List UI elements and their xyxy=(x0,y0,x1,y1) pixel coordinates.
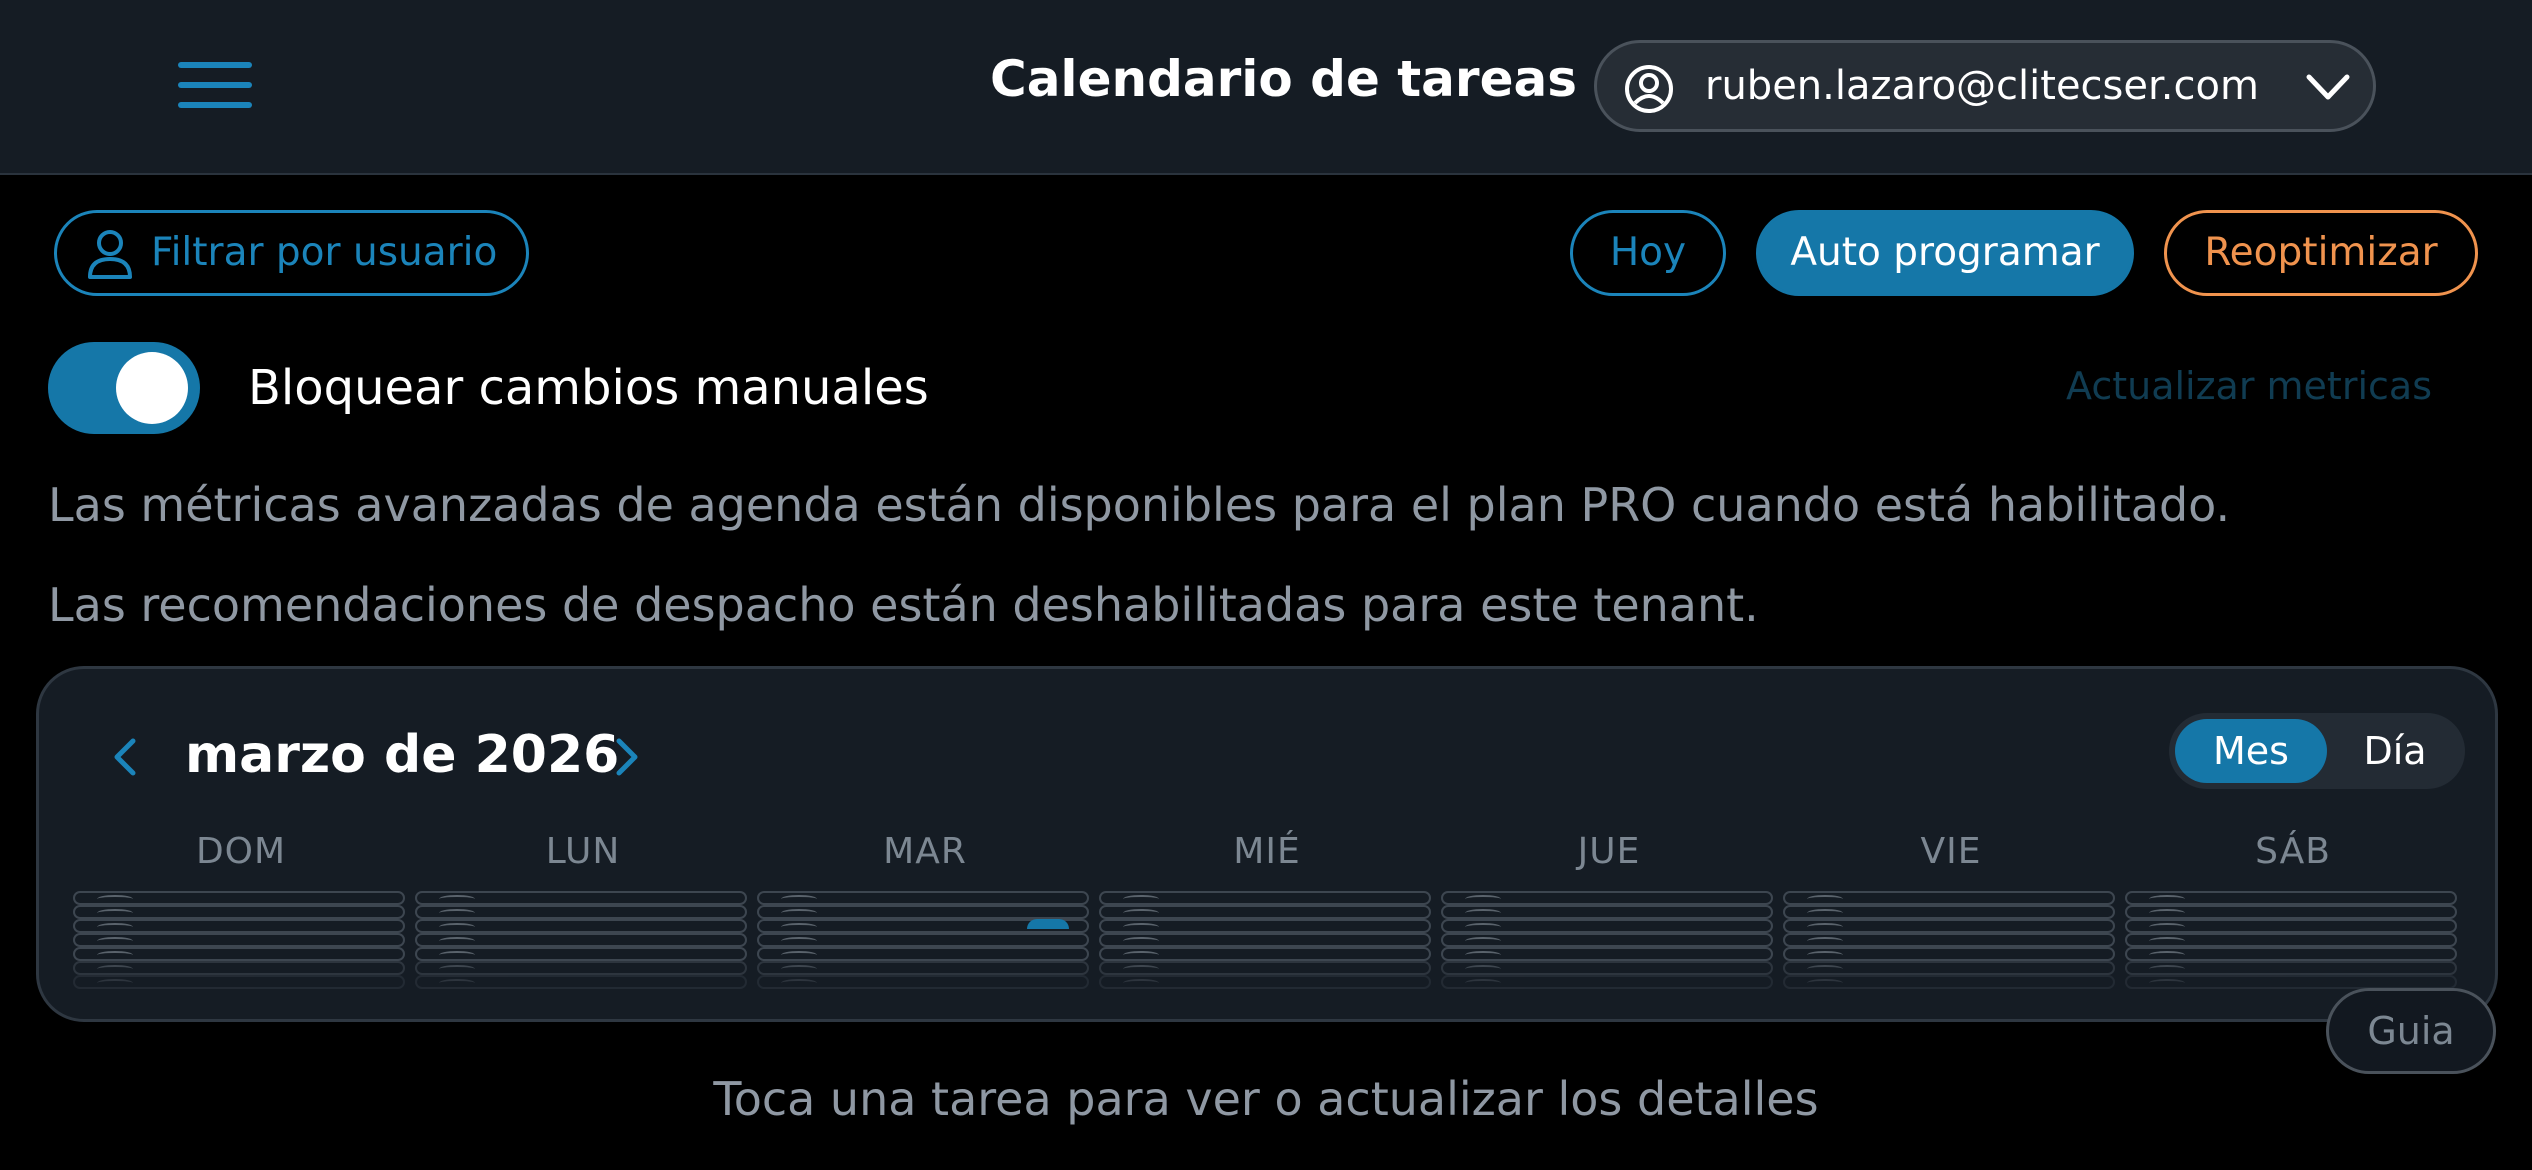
reoptimize-button[interactable]: Reoptimizar xyxy=(2164,210,2478,296)
tap-task-hint: Toca una tarea para ver o actualizar los… xyxy=(713,1072,1819,1126)
week-row-cell[interactable] xyxy=(1441,933,1773,947)
week-row-cell[interactable] xyxy=(73,933,405,947)
filter-by-user-label: Filtrar por usuario xyxy=(151,230,498,275)
view-day-option[interactable]: Día xyxy=(2333,719,2457,783)
page-title: Calendario de tareas xyxy=(990,50,1577,108)
week-row-cell[interactable] xyxy=(1099,947,1431,961)
week-row-cell[interactable] xyxy=(757,905,1089,919)
lock-manual-changes-toggle[interactable] xyxy=(48,342,200,434)
week-row-cell[interactable] xyxy=(1783,933,2115,947)
week-row-cell[interactable] xyxy=(73,919,405,933)
week-row-cell[interactable] xyxy=(757,933,1089,947)
weekday-header-sat: SÁB xyxy=(2255,831,2331,872)
weekday-header-wed: MIÉ xyxy=(1233,831,1301,872)
week-row-cell[interactable] xyxy=(1099,961,1431,975)
week-row-cell[interactable] xyxy=(1441,891,1773,905)
account-email: ruben.lazaro@clitecser.com xyxy=(1705,63,2259,109)
week-row-cell[interactable] xyxy=(757,961,1089,975)
week-row-cell[interactable] xyxy=(757,975,1089,989)
week-row-cell[interactable] xyxy=(757,891,1089,905)
weekday-header-tue: MAR xyxy=(883,831,967,872)
top-app-bar: Calendario de tareas ruben.lazaro@clitec… xyxy=(0,0,2532,175)
week-row-cell[interactable] xyxy=(1099,905,1431,919)
day-column-wed[interactable] xyxy=(1099,891,1435,991)
week-row-cell[interactable] xyxy=(415,975,747,989)
week-row-cell[interactable] xyxy=(73,975,405,989)
pro-metrics-notice: Las métricas avanzadas de agenda están d… xyxy=(48,478,2231,532)
week-row-cell[interactable] xyxy=(2125,919,2457,933)
hamburger-menu-icon[interactable] xyxy=(178,62,256,112)
week-row-cell[interactable] xyxy=(1441,975,1773,989)
lock-manual-changes-label: Bloquear cambios manuales xyxy=(248,360,929,416)
week-row-cell[interactable] xyxy=(415,919,747,933)
toggle-knob xyxy=(116,352,188,424)
week-row-cell[interactable] xyxy=(1783,961,2115,975)
week-row-cell[interactable] xyxy=(415,891,747,905)
week-row-cell[interactable] xyxy=(1099,919,1431,933)
chevron-right-icon[interactable] xyxy=(609,735,645,783)
week-row-cell[interactable] xyxy=(1099,891,1431,905)
day-column-sat[interactable] xyxy=(2125,891,2461,991)
week-row-cell[interactable] xyxy=(415,947,747,961)
week-row-cell[interactable] xyxy=(73,905,405,919)
week-row-cell[interactable] xyxy=(1783,947,2115,961)
week-row-cell[interactable] xyxy=(2125,891,2457,905)
task-indicator[interactable] xyxy=(1027,919,1069,929)
chevron-left-icon[interactable] xyxy=(107,735,143,783)
week-row-cell[interactable] xyxy=(2125,975,2457,989)
auto-schedule-button[interactable]: Auto programar xyxy=(1756,210,2134,296)
user-circle-icon xyxy=(1623,63,1675,119)
day-column-mon[interactable] xyxy=(415,891,751,991)
dispatch-disabled-notice: Las recomendaciones de despacho están de… xyxy=(48,578,1759,632)
weekday-header-thu: JUE xyxy=(1577,831,1641,872)
week-row-cell[interactable] xyxy=(2125,905,2457,919)
person-icon xyxy=(85,227,135,309)
filter-by-user-button[interactable]: Filtrar por usuario xyxy=(54,210,529,296)
calendar-month-label: marzo de 2026 xyxy=(185,725,620,785)
week-row-cell[interactable] xyxy=(1099,933,1431,947)
week-row-cell[interactable] xyxy=(1441,905,1773,919)
account-selector[interactable]: ruben.lazaro@clitecser.com xyxy=(1594,40,2376,132)
calendar-card: marzo de 2026 Mes Día DOM LUN MAR MIÉ JU… xyxy=(36,666,2498,1022)
week-row-cell[interactable] xyxy=(1441,961,1773,975)
today-button[interactable]: Hoy xyxy=(1570,210,1726,296)
update-metrics-link[interactable]: Actualizar metricas xyxy=(2066,364,2432,408)
week-row-cell[interactable] xyxy=(415,905,747,919)
week-row-cell[interactable] xyxy=(1783,975,2115,989)
weekday-header-sun: DOM xyxy=(195,831,287,872)
week-row-cell[interactable] xyxy=(1783,891,2115,905)
week-row-cell[interactable] xyxy=(1441,919,1773,933)
week-row-cell[interactable] xyxy=(2125,961,2457,975)
day-column-sun[interactable] xyxy=(73,891,409,991)
week-row-cell[interactable] xyxy=(73,891,405,905)
chevron-down-icon[interactable] xyxy=(2305,69,2351,109)
day-column-thu[interactable] xyxy=(1441,891,1777,991)
weekday-header-fri: VIE xyxy=(1920,831,1982,872)
day-column-tue[interactable] xyxy=(757,891,1093,991)
week-row-cell[interactable] xyxy=(73,961,405,975)
week-row-cell[interactable] xyxy=(73,947,405,961)
week-row-cell[interactable] xyxy=(1783,919,2115,933)
view-switcher: Mes Día xyxy=(2169,713,2465,789)
view-month-option[interactable]: Mes xyxy=(2175,719,2327,783)
week-row-cell[interactable] xyxy=(415,961,747,975)
week-row-cell[interactable] xyxy=(2125,933,2457,947)
weekday-header-mon: LUN xyxy=(545,831,621,872)
week-row-cell[interactable] xyxy=(1783,905,2115,919)
week-row-cell[interactable] xyxy=(2125,947,2457,961)
week-row-cell[interactable] xyxy=(757,947,1089,961)
week-row-cell[interactable] xyxy=(1441,947,1773,961)
week-row-cell[interactable] xyxy=(415,933,747,947)
day-column-fri[interactable] xyxy=(1783,891,2119,991)
guide-button[interactable]: Guia xyxy=(2326,988,2496,1074)
week-row-cell[interactable] xyxy=(1099,975,1431,989)
